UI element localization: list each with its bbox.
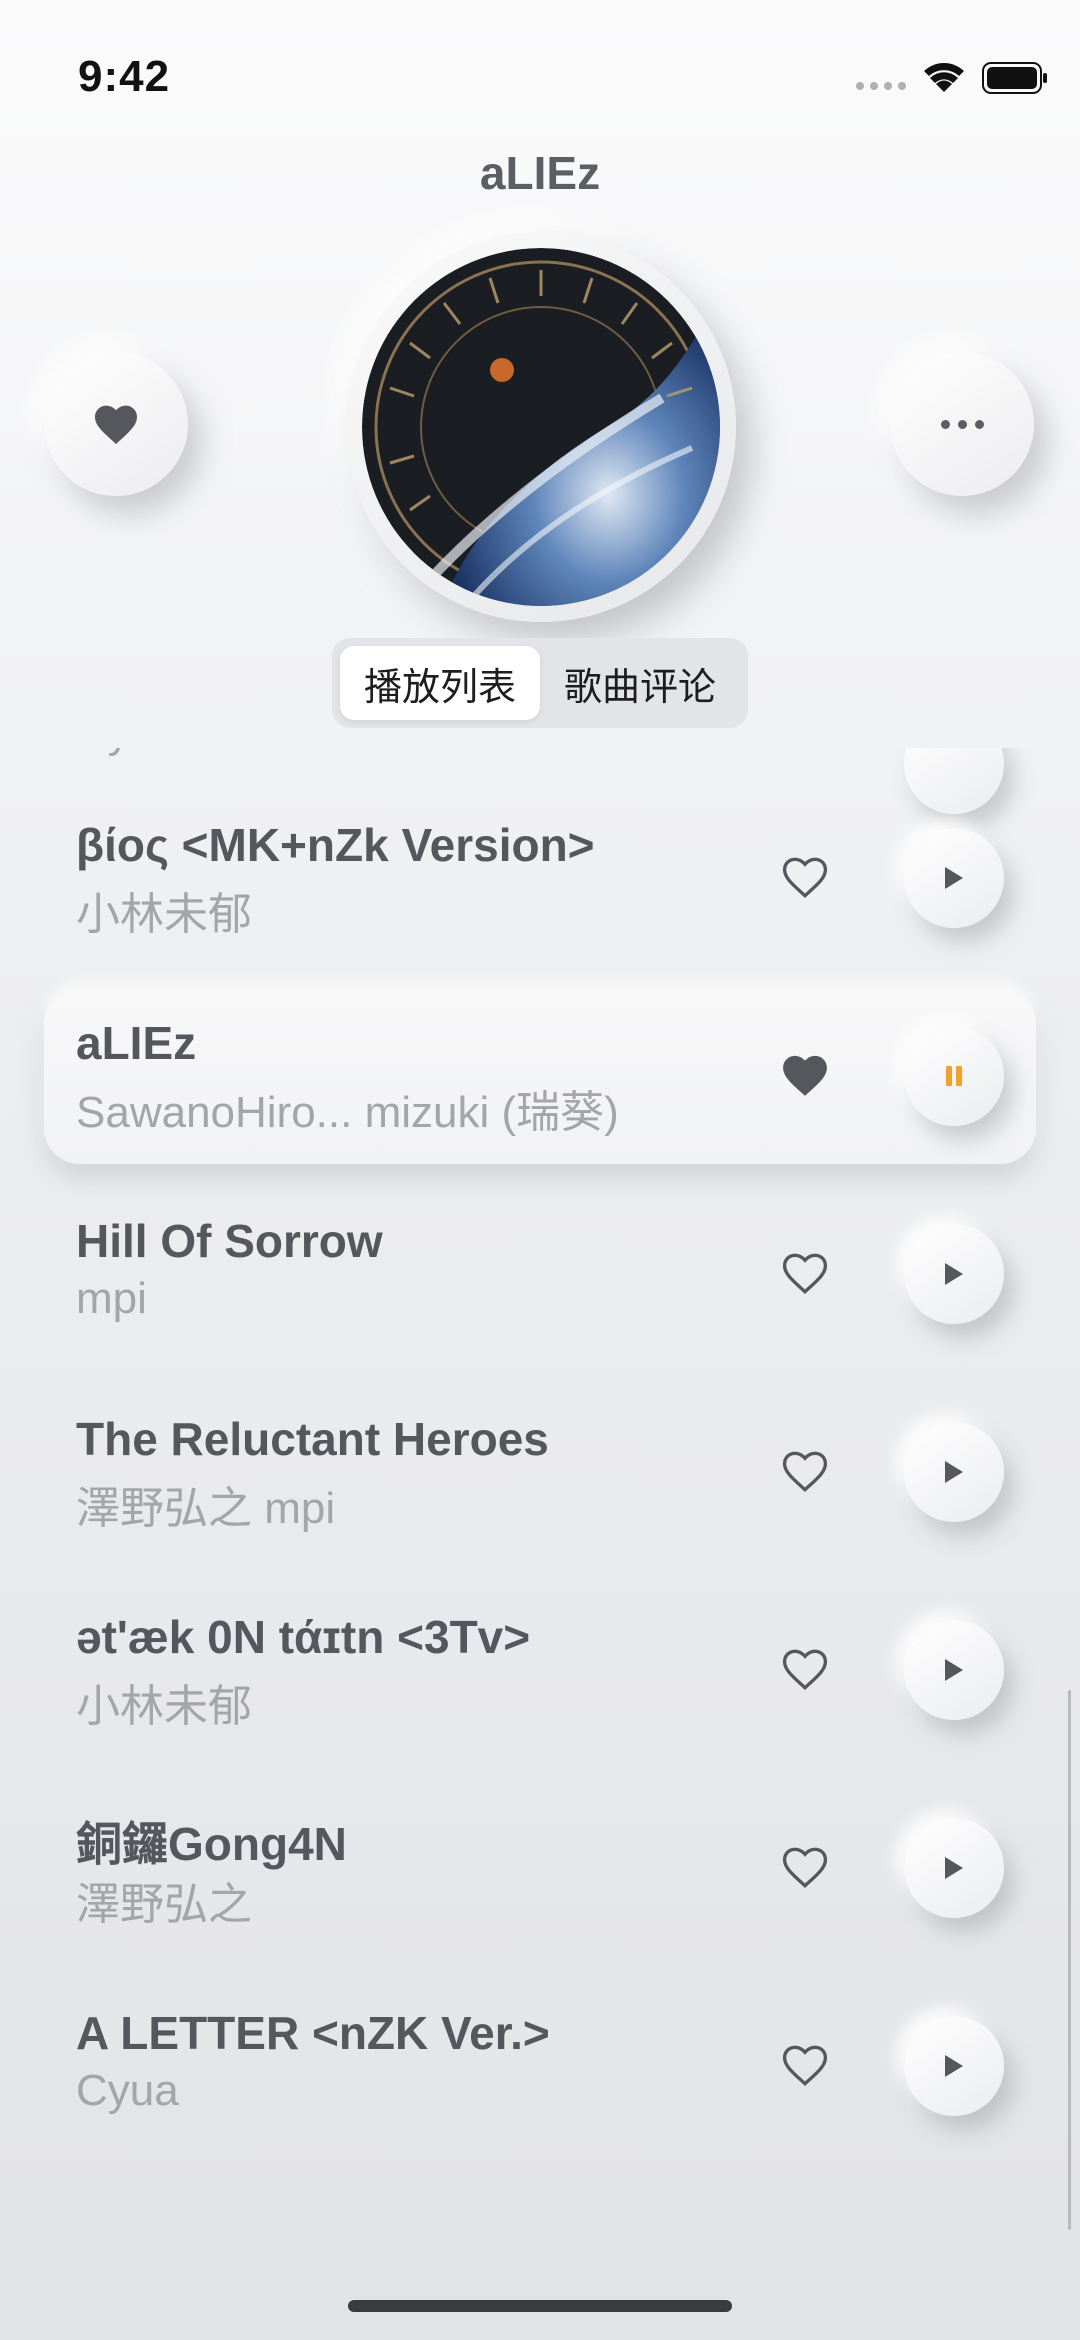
list-item[interactable]: Hill Of Sorrow mpi [44, 1186, 1036, 1362]
song-title: aLIEz [76, 1017, 197, 1069]
home-indicator[interactable] [348, 2300, 732, 2312]
now-playing-title: aLIEz [479, 147, 601, 199]
heart-outline-icon [782, 1847, 828, 1889]
status-bar: 9:42 [0, 0, 1080, 150]
tab-comments[interactable]: 歌曲评论 [540, 646, 740, 720]
list-item[interactable]: 銅鑼Gong4N 澤野弘之 [44, 1780, 1036, 1956]
album-art-image [362, 248, 720, 606]
play-icon [945, 1857, 963, 1879]
song-artist: 澤野弘之 [76, 1880, 252, 1929]
play-button[interactable] [904, 1818, 1004, 1918]
list-item[interactable]: A LETTER <nZK Ver.> Cyua [44, 1978, 1036, 2154]
song-artist: SawanoHiro... mizuki (瑞葵) [76, 1088, 619, 1137]
cellular-signal-icon [856, 80, 908, 92]
heart-outline-icon [782, 857, 828, 899]
play-icon [945, 1263, 963, 1285]
like-button[interactable] [44, 352, 188, 496]
heart-filled-icon [783, 1055, 827, 1096]
heart-outline-icon [782, 1451, 828, 1493]
song-artist: 小林未郁 [76, 1682, 252, 1731]
like-button[interactable] [774, 2034, 836, 2096]
song-title: Hill Of Sorrow [76, 1215, 383, 1267]
play-button[interactable] [904, 828, 1004, 928]
like-button[interactable] [774, 1044, 836, 1106]
play-button[interactable] [904, 1620, 1004, 1720]
play-button[interactable] [904, 1224, 1004, 1324]
song-title: 銅鑼Gong4N [76, 1818, 347, 1870]
song-artist: Cyua [76, 748, 179, 758]
play-icon [945, 1461, 963, 1483]
song-artist: mpi [76, 1274, 147, 1323]
song-title: βίος <MK+nZk Version> [76, 819, 595, 871]
view-segmented-control: 播放列表 歌曲评论 [332, 638, 748, 728]
song-artist: 小林未郁 [76, 890, 252, 939]
like-button[interactable] [774, 1242, 836, 1304]
play-icon [945, 1659, 963, 1681]
like-button[interactable] [774, 846, 836, 908]
song-title: ət'æk 0N tάɪtn <3Tv> [76, 1611, 531, 1663]
wifi-icon [924, 63, 964, 92]
play-icon [945, 2055, 963, 2077]
song-title: The Reluctant Heroes [76, 1413, 549, 1465]
play-icon [945, 867, 963, 889]
song-artist: 澤野弘之 mpi [76, 1484, 336, 1533]
pause-button[interactable] [904, 1026, 1004, 1126]
like-button[interactable] [774, 1836, 836, 1898]
tab-playlist[interactable]: 播放列表 [340, 646, 540, 720]
list-item-current[interactable]: aLIEz SawanoHiro... mizuki (瑞葵) [44, 988, 1036, 1164]
list-item[interactable]: ət'æk 0N tάɪtn <3Tv> 小林未郁 [44, 1582, 1036, 1758]
heart-outline-icon [782, 1649, 828, 1691]
like-button[interactable] [774, 1440, 836, 1502]
status-time: 9:42 [78, 52, 171, 101]
more-options-button[interactable] [890, 352, 1034, 496]
playlist: Cyua βίος <MK+nZk Version> 小林未郁 aLIEz Sa… [0, 748, 1080, 2268]
heart-outline-icon [782, 2045, 828, 2087]
list-item[interactable]: The Reluctant Heroes 澤野弘之 mpi [44, 1384, 1036, 1560]
list-item[interactable]: Cyua [44, 748, 1036, 814]
list-item[interactable]: βίος <MK+nZk Version> 小林未郁 [44, 790, 1036, 966]
like-button[interactable] [774, 1638, 836, 1700]
song-artist: Cyua [76, 2066, 179, 2115]
more-dots-icon [940, 419, 984, 429]
album-cover [346, 232, 736, 622]
pause-icon [946, 1066, 962, 1086]
playlist-scrollbar[interactable] [1068, 1690, 1071, 2230]
song-title: A LETTER <nZK Ver.> [76, 2007, 550, 2059]
heart-filled-icon [95, 405, 137, 444]
play-button[interactable] [904, 1422, 1004, 1522]
play-button[interactable] [904, 2016, 1004, 2116]
heart-outline-icon [782, 1253, 828, 1295]
battery-icon [982, 62, 1047, 94]
